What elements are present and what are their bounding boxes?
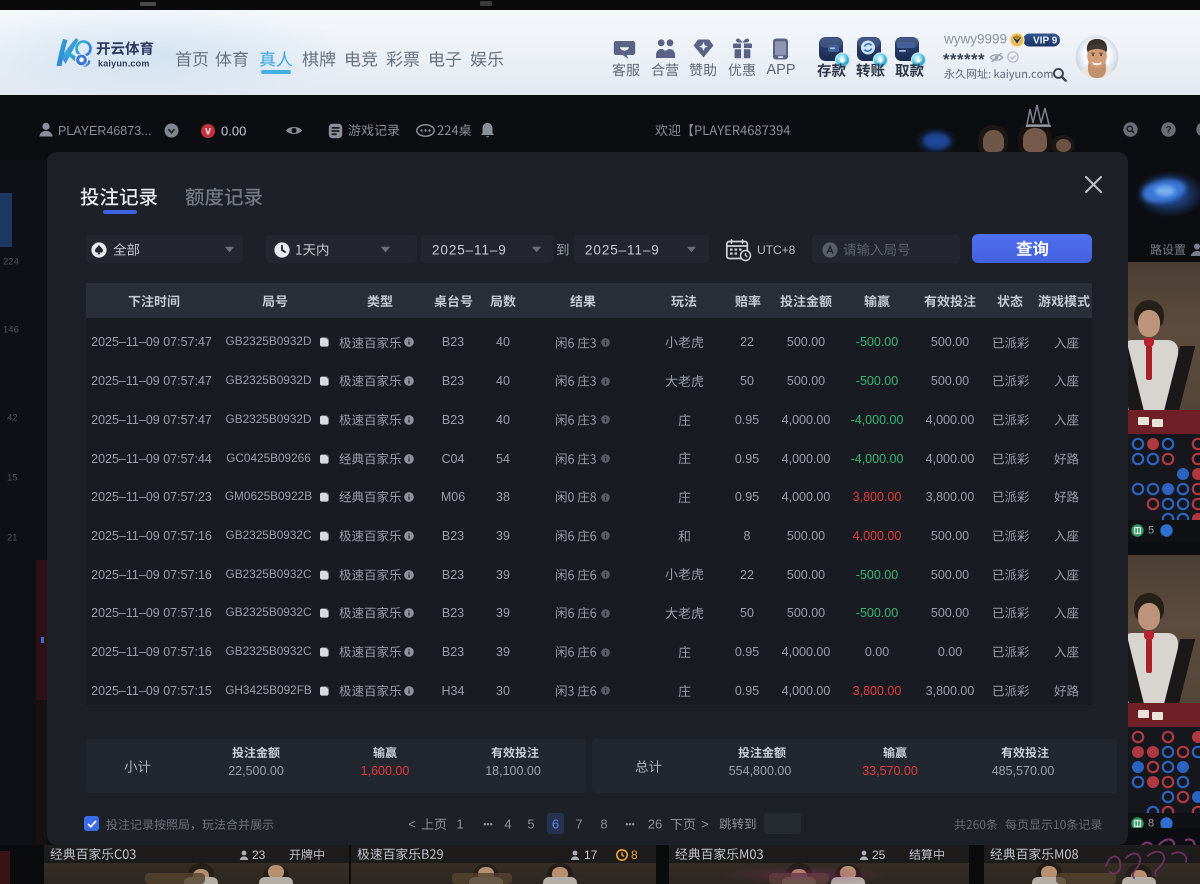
svg-text:VIP 9: VIP 9 <box>1033 36 1058 47</box>
svg-text:?: ? <box>1165 125 1171 136</box>
svg-text:V: V <box>205 126 211 136</box>
